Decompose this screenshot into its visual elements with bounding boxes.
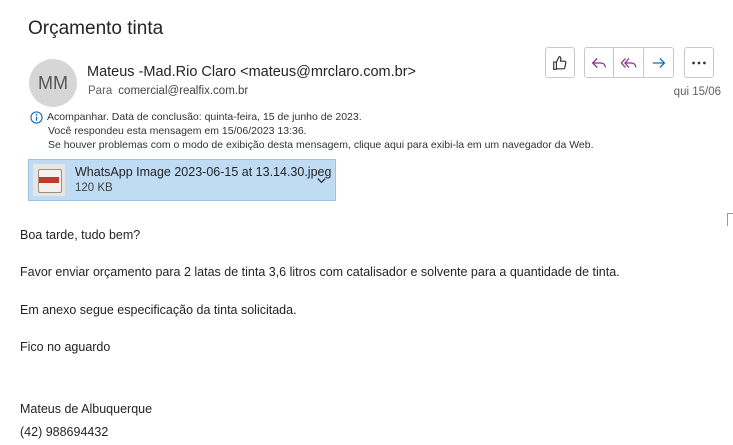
attachment-thumbnail xyxy=(33,164,65,196)
avatar[interactable]: MM xyxy=(29,59,77,107)
reply-button[interactable] xyxy=(584,47,614,78)
reply-icon xyxy=(591,57,606,68)
email-date: qui 15/06 xyxy=(673,86,721,98)
like-button[interactable] xyxy=(545,47,575,78)
reply-all-button[interactable] xyxy=(614,47,644,78)
thumbs-up-icon xyxy=(553,55,567,70)
replied-info-text: Você respondeu esta mensagem em 15/06/20… xyxy=(48,125,307,137)
chevron-down-icon[interactable] xyxy=(315,174,328,187)
to-recipient[interactable]: comercial@realfix.com.br xyxy=(118,85,248,97)
view-in-browser-link[interactable]: Se houver problemas com o modo de exibiç… xyxy=(48,138,594,152)
scrollbar-marker[interactable] xyxy=(727,213,733,226)
to-label: Para xyxy=(88,85,113,97)
body-greeting: Boa tarde, tudo bem? xyxy=(20,228,141,242)
forward-icon xyxy=(652,57,665,68)
sender-name[interactable]: Mateus -Mad.Rio Claro <mateus@mrclaro.co… xyxy=(87,64,416,80)
reply-all-icon xyxy=(620,57,636,68)
signature-phone: (42) 988694432 xyxy=(20,425,109,439)
signature-name: Mateus de Albuquerque xyxy=(20,402,153,416)
body-request: Favor enviar orçamento para 2 latas de t… xyxy=(20,265,620,279)
recipient-line: Para comercial@realfix.com.br xyxy=(88,85,248,97)
reply-group xyxy=(584,47,674,80)
follow-up-flag-text: Acompanhar. Data de conclusão: quinta-fe… xyxy=(47,111,362,123)
more-actions-button[interactable] xyxy=(684,47,714,78)
more-icon xyxy=(692,61,706,64)
attachment-card[interactable]: WhatsApp Image 2023-06-15 at 13.14.30.jp… xyxy=(28,159,336,201)
info-bar: Acompanhar. Data de conclusão: quinta-fe… xyxy=(30,110,594,152)
message-actions xyxy=(545,47,714,80)
attachment-size: 120 KB xyxy=(75,182,113,194)
forward-button[interactable] xyxy=(644,47,674,78)
body-closing: Fico no aguardo xyxy=(20,340,111,354)
attachment-name: WhatsApp Image 2023-06-15 at 13.14.30.jp… xyxy=(75,165,332,179)
info-icon xyxy=(30,111,43,124)
body-attachment-note: Em anexo segue especificação da tinta so… xyxy=(20,303,297,317)
email-subject: Orçamento tinta xyxy=(28,18,164,39)
